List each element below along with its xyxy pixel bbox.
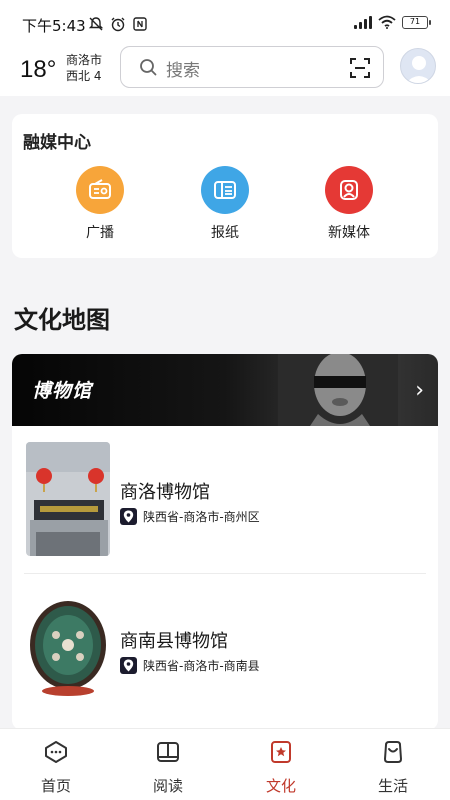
city-label: 商洛市 bbox=[66, 53, 103, 67]
signal-icon bbox=[354, 15, 372, 29]
bell-off-icon bbox=[88, 16, 104, 36]
avatar[interactable] bbox=[400, 48, 436, 84]
weather-location[interactable]: 商洛市 西北 4 bbox=[66, 52, 102, 84]
media-item-new-media[interactable]: 新媒体 bbox=[309, 166, 389, 242]
museum-banner[interactable]: 博物馆 › bbox=[12, 354, 438, 426]
newspaper-icon bbox=[201, 166, 249, 214]
museum-location: 陕西省-商洛市-商南县 bbox=[120, 657, 260, 674]
status-right: 71 bbox=[354, 15, 431, 29]
alarm-icon bbox=[110, 16, 126, 36]
section-title-culture-map: 文化地图 bbox=[14, 306, 110, 334]
life-icon bbox=[383, 741, 403, 763]
bottom-tab-bar: 首页 阅读 文化 生活 bbox=[0, 728, 450, 800]
tab-home[interactable]: 首页 bbox=[16, 739, 96, 796]
media-label-radio: 广播 bbox=[86, 225, 114, 241]
media-label-newspaper: 报纸 bbox=[211, 225, 239, 241]
temperature: 18° bbox=[20, 56, 57, 83]
museum-location: 陕西省-商洛市-商州区 bbox=[120, 508, 260, 525]
media-item-newspaper[interactable]: 报纸 bbox=[185, 166, 265, 242]
museum-location-text: 陕西省-商洛市-商州区 bbox=[143, 510, 260, 524]
tab-reading[interactable]: 阅读 bbox=[128, 739, 208, 796]
museum-thumbnail bbox=[26, 442, 110, 556]
tab-label-reading: 阅读 bbox=[152, 777, 183, 795]
wind-label: 西北 4 bbox=[66, 69, 102, 83]
media-center-card: 融媒中心 广播 报纸 新媒体 bbox=[12, 114, 438, 258]
museum-item[interactable]: 商洛博物馆 陕西省-商洛市-商州区 bbox=[12, 426, 438, 574]
tab-label-home: 首页 bbox=[40, 777, 71, 795]
tab-culture[interactable]: 文化 bbox=[241, 739, 321, 796]
media-item-radio[interactable]: 广播 bbox=[60, 166, 140, 242]
book-icon bbox=[157, 742, 179, 762]
status-bar: 下午5:43 71 bbox=[0, 0, 450, 46]
chevron-right-icon: › bbox=[415, 378, 424, 403]
divider bbox=[24, 573, 426, 574]
battery-icon: 71 bbox=[402, 15, 431, 29]
museum-panel: 博物馆 › 商洛博物馆 陕西省-商洛市-商州区 商南县博物馆 陕西省-商洛市-商… bbox=[12, 354, 438, 730]
search-icon bbox=[140, 59, 157, 76]
search-bar[interactable]: 搜索 bbox=[120, 46, 384, 88]
wifi-icon bbox=[378, 15, 396, 29]
radio-icon bbox=[76, 166, 124, 214]
museum-location-text: 陕西省-商洛市-商南县 bbox=[143, 659, 260, 673]
museum-name: 商洛博物馆 bbox=[120, 482, 210, 503]
location-pin-icon bbox=[120, 508, 137, 525]
new-media-icon bbox=[325, 166, 373, 214]
museum-item[interactable]: 商南县博物馆 陕西省-商洛市-商南县 bbox=[12, 575, 438, 723]
media-label-new-media: 新媒体 bbox=[328, 225, 370, 241]
banner-title: 博物馆 bbox=[32, 380, 93, 402]
search-input[interactable]: 搜索 bbox=[166, 56, 200, 81]
status-icons bbox=[88, 16, 148, 36]
location-pin-icon bbox=[120, 657, 137, 674]
museum-name: 商南县博物馆 bbox=[120, 631, 228, 652]
top-bar: 18° 商洛市 西北 4 搜索 bbox=[0, 46, 450, 96]
status-time: 下午5:43 bbox=[22, 17, 86, 35]
tab-life[interactable]: 生活 bbox=[353, 739, 433, 796]
culture-icon bbox=[271, 741, 291, 763]
scan-icon[interactable] bbox=[349, 57, 371, 79]
museum-thumbnail bbox=[26, 591, 110, 705]
media-center-title: 融媒中心 bbox=[23, 133, 91, 153]
nfc-icon bbox=[132, 16, 148, 36]
tab-label-culture: 文化 bbox=[265, 777, 296, 795]
tab-label-life: 生活 bbox=[377, 777, 408, 795]
statue-image bbox=[278, 354, 398, 426]
home-icon bbox=[45, 741, 67, 763]
